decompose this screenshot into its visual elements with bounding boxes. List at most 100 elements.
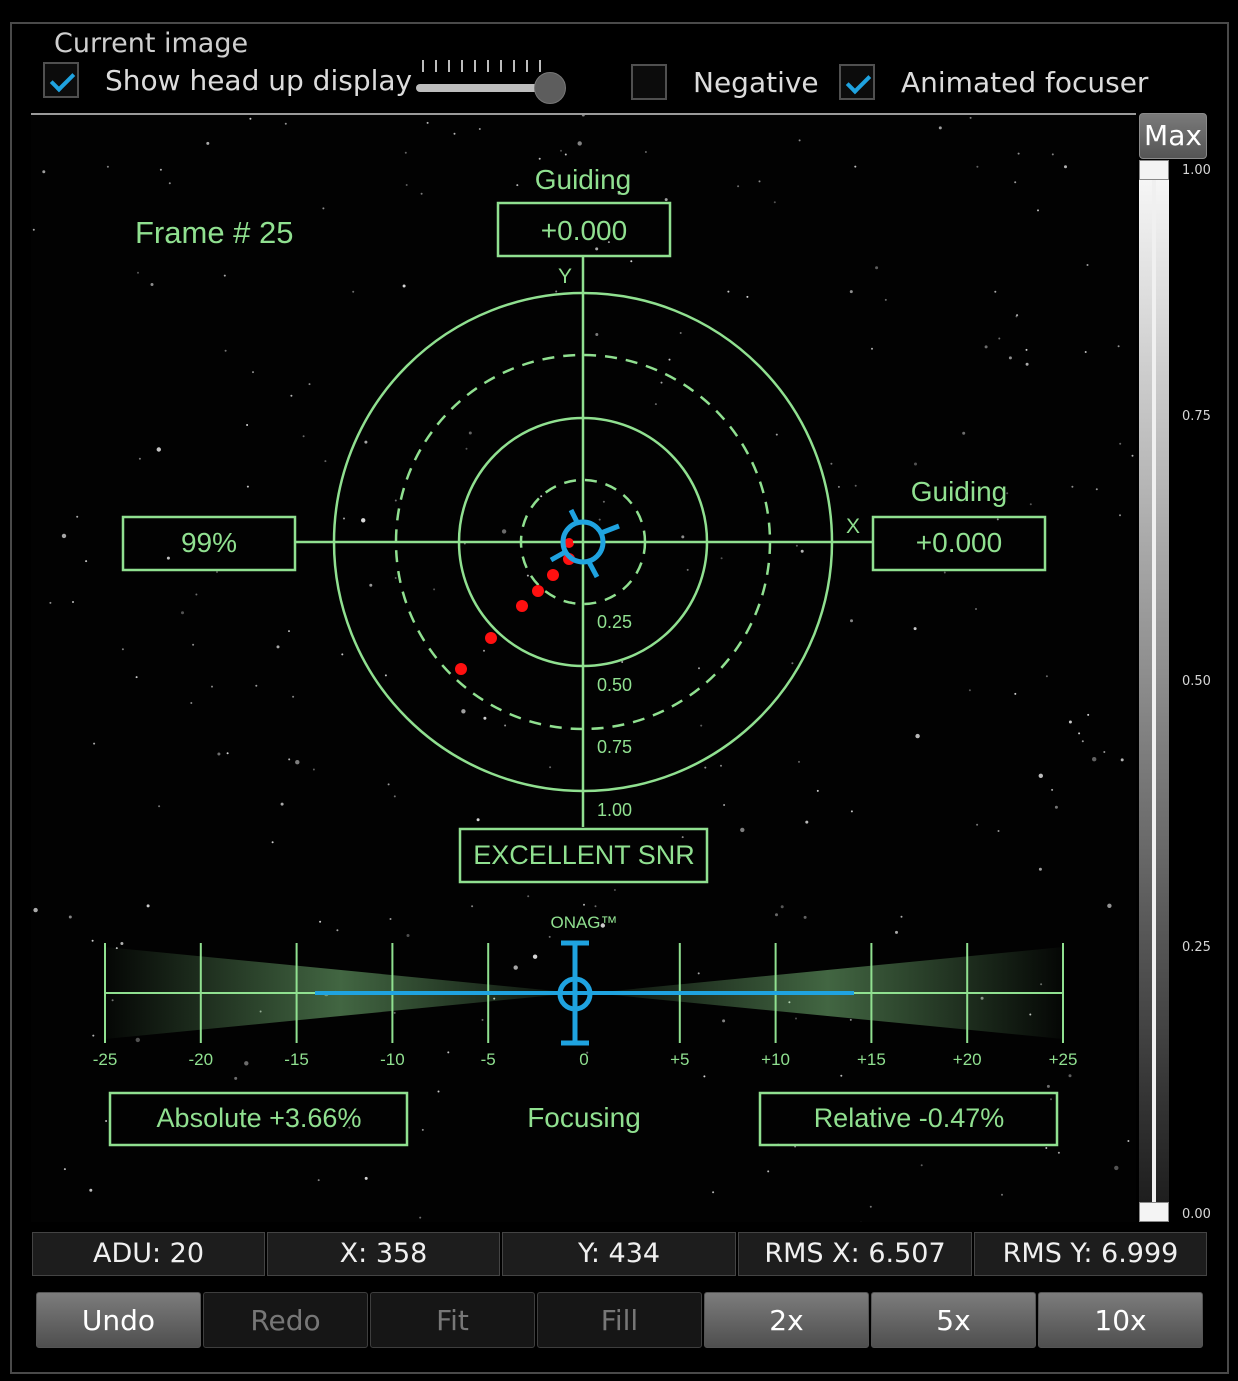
scale-rail — [1152, 170, 1156, 1210]
star — [1045, 1147, 1048, 1149]
fit-button[interactable]: Fit — [370, 1292, 535, 1348]
star — [1057, 1151, 1060, 1154]
star — [501, 529, 507, 534]
star — [850, 619, 853, 623]
star — [504, 724, 507, 727]
star — [969, 116, 972, 119]
max-button[interactable]: Max — [1139, 113, 1207, 159]
star — [1016, 314, 1019, 317]
zoom-2x-button[interactable]: 2x — [704, 1292, 869, 1348]
star — [93, 742, 96, 745]
star — [468, 431, 472, 435]
star — [319, 920, 322, 923]
star — [1046, 1084, 1050, 1088]
star — [92, 1034, 95, 1037]
scale-tick: 0.50 — [1182, 674, 1211, 689]
star — [746, 295, 749, 298]
focus-scale: -25 -20 -15 -10 -5 0 +5 +10 +15 +20 +25 — [93, 940, 1078, 1069]
focus-tick-label: -20 — [189, 1050, 214, 1069]
star — [526, 574, 529, 577]
star — [976, 165, 979, 168]
star — [800, 549, 804, 553]
star — [476, 818, 480, 822]
star — [421, 1128, 424, 1131]
star — [740, 827, 745, 833]
star — [292, 695, 295, 698]
star — [1014, 692, 1017, 695]
scale-min-knob[interactable] — [1139, 1202, 1169, 1222]
star — [816, 789, 819, 792]
rms-y-readout: RMS Y: 6.999 — [974, 1232, 1207, 1276]
animated-focuser-label: Animated focuser — [901, 65, 1149, 99]
zoom-10x-button[interactable]: 10x — [1038, 1292, 1203, 1348]
redo-button[interactable]: Redo — [203, 1292, 368, 1348]
star — [159, 168, 162, 171]
star — [288, 630, 290, 633]
scale-tick: 1.00 — [1182, 163, 1211, 178]
animated-focuser-option[interactable]: Animated focuser — [839, 64, 1148, 100]
star — [837, 485, 840, 488]
scale-tick: 0.25 — [1182, 940, 1211, 955]
star — [393, 1011, 396, 1014]
show-hud-option[interactable]: Show head up display — [43, 62, 412, 98]
fill-button[interactable]: Fill — [537, 1292, 702, 1348]
star — [594, 905, 597, 908]
star — [61, 533, 67, 539]
star — [871, 347, 873, 350]
undo-button[interactable]: Undo — [36, 1292, 201, 1348]
star — [89, 1188, 93, 1192]
star — [85, 560, 88, 563]
focus-tick-label: 0 — [579, 1050, 588, 1069]
negative-checkbox[interactable] — [631, 64, 667, 100]
scale-max-knob[interactable] — [1139, 160, 1169, 180]
snr-status: EXCELLENT SNR — [473, 840, 695, 870]
star — [471, 905, 474, 908]
focus-tick-label: +10 — [761, 1050, 790, 1069]
star — [1095, 488, 1098, 491]
show-hud-checkbox[interactable] — [43, 62, 79, 98]
slider-thumb[interactable] — [534, 72, 566, 104]
star — [364, 440, 368, 444]
show-hud-label: Show head up display — [105, 63, 413, 97]
star — [698, 667, 700, 670]
star — [712, 1191, 715, 1194]
star — [146, 904, 150, 908]
star — [962, 431, 966, 435]
zoom-5x-button[interactable]: 5x — [871, 1292, 1036, 1348]
scale-tick: 0.00 — [1182, 1207, 1211, 1222]
star — [805, 820, 809, 824]
star — [224, 349, 227, 352]
star — [758, 180, 761, 183]
relative-value: Relative -0.47% — [814, 1103, 1005, 1133]
star — [63, 1168, 66, 1171]
x-readout: X: 358 — [267, 1232, 500, 1276]
star — [33, 907, 38, 913]
star — [364, 1176, 368, 1180]
star — [42, 170, 46, 174]
star — [549, 766, 552, 769]
star — [226, 752, 229, 755]
image-viewport[interactable]: Frame # 25 Guiding +0.000 Y X Guiding +0… — [31, 113, 1136, 1222]
star — [106, 165, 109, 168]
star — [1025, 348, 1028, 351]
star — [798, 760, 800, 763]
stretch-scale[interactable] — [1139, 160, 1169, 1222]
focus-tick-label: -10 — [380, 1050, 405, 1069]
star — [703, 1075, 706, 1078]
star — [850, 810, 853, 813]
star — [419, 1216, 422, 1219]
star — [968, 689, 971, 692]
animated-focuser-checkbox[interactable] — [839, 64, 875, 100]
star — [895, 930, 898, 934]
star — [577, 141, 582, 146]
star — [105, 1120, 108, 1122]
star — [280, 802, 284, 806]
star — [217, 752, 221, 756]
star — [158, 805, 161, 808]
focus-tick-label: +25 — [1049, 1050, 1078, 1069]
star — [560, 149, 562, 152]
star — [630, 260, 633, 263]
hud-opacity-slider[interactable] — [416, 58, 566, 104]
negative-option[interactable]: Negative — [631, 64, 819, 100]
trail-point — [485, 632, 497, 644]
